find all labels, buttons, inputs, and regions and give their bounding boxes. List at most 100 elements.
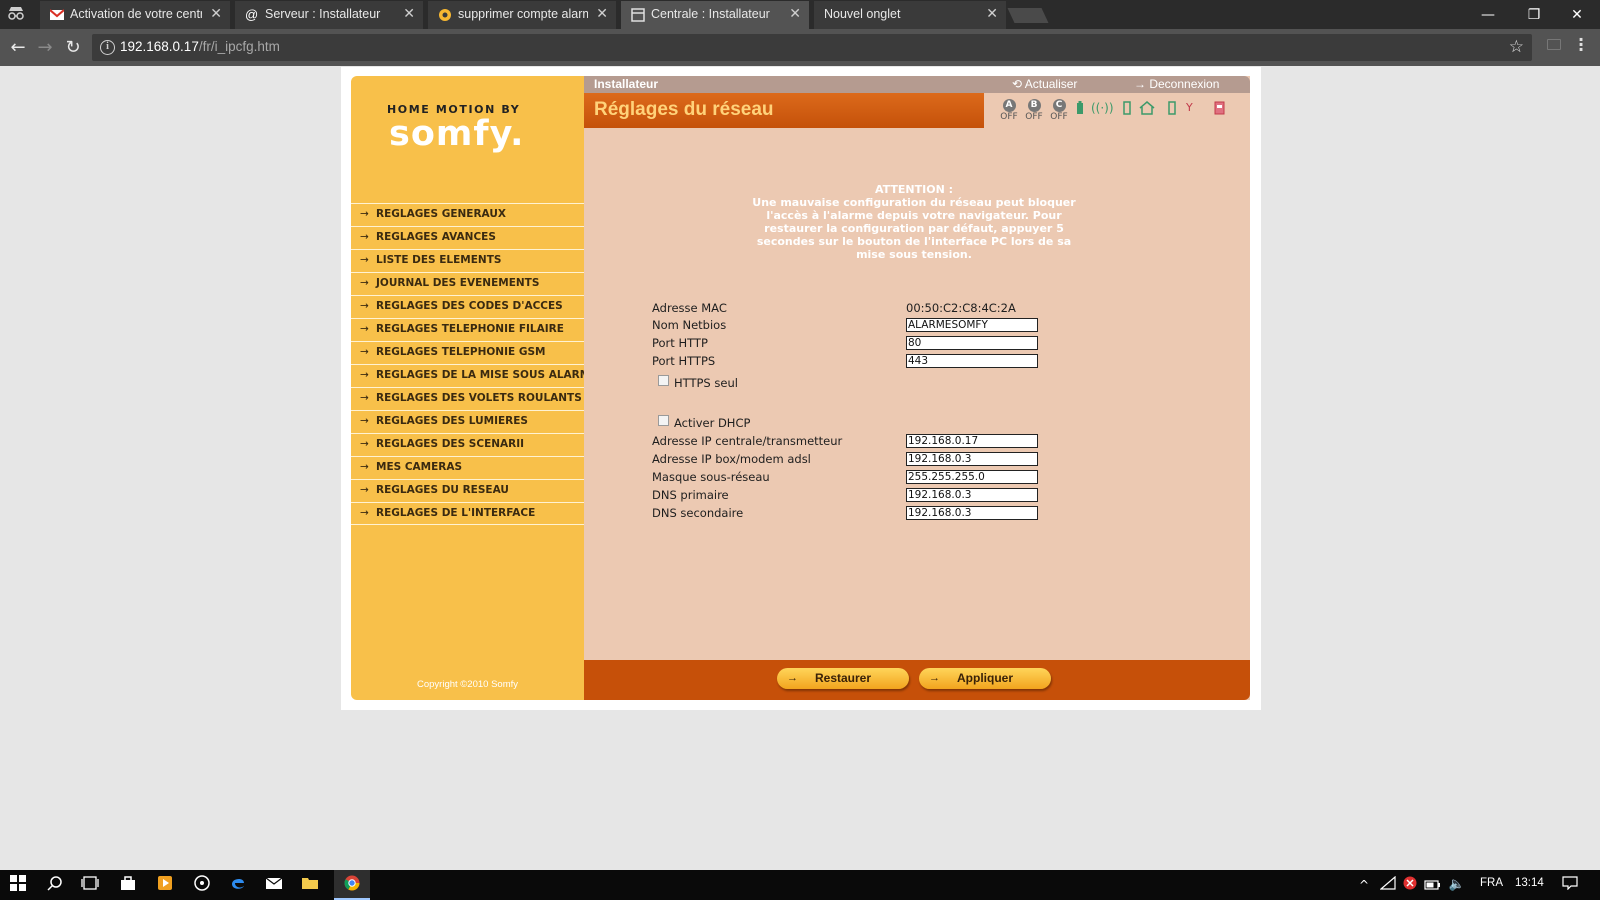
zone-c-status: C OFF xyxy=(1050,99,1068,122)
netbios-label: Nom Netbios xyxy=(652,318,727,332)
footer-bar: → Restaurer → Appliquer xyxy=(584,660,1250,700)
sidebar-item-lumieres[interactable]: → REGLAGES DES LUMIERES xyxy=(351,410,584,433)
forward-arrow-icon[interactable]: → xyxy=(33,36,57,60)
https-port-input[interactable] xyxy=(906,354,1038,368)
chrome-icon[interactable] xyxy=(342,875,362,895)
media-player-icon[interactable] xyxy=(155,875,175,895)
sidebar-item-reseau[interactable]: → REGLAGES DU RESEAU xyxy=(351,479,584,502)
chevron-up-icon[interactable]: ^ xyxy=(1354,875,1374,895)
minimize-window-button[interactable]: — xyxy=(1465,3,1511,27)
apply-button[interactable]: → Appliquer xyxy=(919,668,1051,689)
new-tab-button[interactable] xyxy=(1007,8,1049,23)
dns-secondary-input[interactable] xyxy=(906,506,1038,520)
refresh-link[interactable]: ⟲ Actualiser xyxy=(1012,77,1077,91)
browser-menu-icon[interactable]: · · · xyxy=(1577,32,1585,58)
sidebar-item-scenarii[interactable]: → REGLAGES DES SCENARII xyxy=(351,433,584,456)
reload-icon[interactable]: ↻ xyxy=(61,36,85,60)
security-alert-icon[interactable] xyxy=(1400,875,1420,895)
dns-primary-input[interactable] xyxy=(906,488,1038,502)
windows-start-icon[interactable] xyxy=(8,875,28,895)
gateway-input[interactable] xyxy=(906,452,1038,466)
restore-window-button[interactable]: ❐ xyxy=(1511,3,1557,27)
warning-title: ATTENTION : xyxy=(874,183,954,196)
address-bar[interactable]: i 192.168.0.17/fr/i_ipcfg.htm ☆ xyxy=(92,34,1532,61)
close-tab-icon[interactable]: ✕ xyxy=(403,5,415,22)
netbios-input[interactable] xyxy=(906,318,1038,332)
groove-icon[interactable] xyxy=(192,875,212,895)
wifi-icon[interactable] xyxy=(1378,875,1398,895)
arrow-right-icon: → xyxy=(1134,77,1150,91)
status-icons: A OFF B OFF C OFF ((·)) Y xyxy=(984,93,1250,128)
sidebar-item-cameras[interactable]: → MES CAMERAS xyxy=(351,456,584,479)
arrow-right-icon: → xyxy=(360,438,369,450)
tab-serveur[interactable]: @ Serveur : Installateur ✕ xyxy=(235,1,423,29)
logout-link[interactable]: → Deconnexion xyxy=(1134,77,1219,91)
bookmark-star-icon[interactable]: ☆ xyxy=(1509,37,1524,57)
sidebar: HOME MOTION BY somfy. → REGLAGES GENERAUX… xyxy=(351,76,597,700)
info-icon[interactable]: i xyxy=(100,40,115,55)
dhcp-checkbox[interactable] xyxy=(658,415,669,426)
windows-taskbar: ^ 🔈 FRA 13:14 xyxy=(0,870,1600,900)
close-tab-icon[interactable]: ✕ xyxy=(986,5,998,22)
dns-secondary-label: DNS secondaire xyxy=(652,506,744,520)
sidebar-item-reglages-avances[interactable]: → REGLAGES AVANCES xyxy=(351,226,584,249)
battery-icon xyxy=(1076,101,1084,119)
volume-icon[interactable]: 🔈 xyxy=(1447,875,1467,895)
sidebar-item-volets-roulants[interactable]: → REGLAGES DES VOLETS ROULANTS xyxy=(351,387,584,410)
search-icon[interactable] xyxy=(45,875,65,895)
circle-icon xyxy=(438,8,452,22)
close-tab-icon[interactable]: ✕ xyxy=(210,5,222,22)
sidebar-item-interface[interactable]: → REGLAGES DE L'INTERFACE xyxy=(351,502,584,525)
https-only-checkbox[interactable] xyxy=(658,375,669,386)
sidebar-item-liste-elements[interactable]: → LISTE DES ELEMENTS xyxy=(351,249,584,272)
battery-plug-icon[interactable] xyxy=(1422,875,1442,895)
arrow-right-icon: → xyxy=(360,346,369,358)
top-bar: Installateur ⟲ Actualiser → Deconnexion xyxy=(584,76,1250,93)
language-indicator[interactable]: FRA xyxy=(1480,877,1503,889)
page-title: Réglages du réseau xyxy=(594,99,774,120)
ip-input[interactable] xyxy=(906,434,1038,448)
mail-icon[interactable] xyxy=(264,875,284,895)
tab-supprimer[interactable]: supprimer compte alarm ✕ xyxy=(428,1,616,29)
edge-icon[interactable] xyxy=(228,875,248,895)
file-explorer-icon[interactable] xyxy=(300,875,320,895)
dhcp-label: Activer DHCP xyxy=(674,416,751,430)
sidebar-item-reglages-generaux[interactable]: → REGLAGES GENERAUX xyxy=(351,203,584,226)
arrow-right-icon: → xyxy=(360,484,369,496)
card-icon xyxy=(1214,101,1225,119)
role-label: Installateur xyxy=(594,77,659,91)
arrow-right-icon: → xyxy=(360,392,369,404)
arrow-right-icon: → xyxy=(360,300,369,312)
close-window-button[interactable]: ✕ xyxy=(1554,3,1600,27)
restore-button[interactable]: → Restaurer xyxy=(777,668,909,689)
cast-icon[interactable] xyxy=(1547,39,1561,50)
https-only-label: HTTPS seul xyxy=(674,376,738,390)
http-port-label: Port HTTP xyxy=(652,336,708,350)
store-icon[interactable] xyxy=(118,875,138,895)
sidebar-item-telephonie-filaire[interactable]: → REGLAGES TELEPHONIE FILAIRE xyxy=(351,318,584,341)
tab-title: Activation de votre centr xyxy=(70,7,202,21)
tab-centrale[interactable]: Centrale : Installateur ✕ xyxy=(621,1,809,29)
close-tab-icon[interactable]: ✕ xyxy=(789,5,801,22)
gsm-icon xyxy=(1168,101,1176,119)
clock[interactable]: 13:14 xyxy=(1515,877,1544,889)
notifications-icon[interactable] xyxy=(1560,875,1580,895)
sidebar-item-codes-acces[interactable]: → REGLAGES DES CODES D'ACCES xyxy=(351,295,584,318)
title-bar: Réglages du réseau xyxy=(584,93,984,128)
antenna-icon: Y xyxy=(1186,101,1193,114)
sidebar-item-telephonie-gsm[interactable]: → REGLAGES TELEPHONIE GSM xyxy=(351,341,584,364)
back-arrow-icon[interactable]: ← xyxy=(6,36,30,60)
radio-signal-icon: ((·)) xyxy=(1091,101,1114,115)
sidebar-item-journal-evenements[interactable]: → JOURNAL DES EVENEMENTS xyxy=(351,272,584,295)
tab-nouvel-onglet[interactable]: Nouvel onglet ✕ xyxy=(814,1,1006,29)
tab-activation[interactable]: Activation de votre centr ✕ xyxy=(40,1,230,29)
subnet-mask-input[interactable] xyxy=(906,470,1038,484)
http-port-input[interactable] xyxy=(906,336,1038,350)
sidebar-item-mise-sous-alarme[interactable]: → REGLAGES DE LA MISE SOUS ALARME xyxy=(351,364,597,387)
tab-title: Nouvel onglet xyxy=(824,7,901,21)
arrow-right-icon: → xyxy=(360,208,369,220)
copyright-text: Copyright ©2010 Somfy xyxy=(417,679,518,690)
warning-body: Une mauvaise configuration du réseau peu… xyxy=(752,196,1076,261)
task-view-icon[interactable] xyxy=(80,875,100,895)
close-tab-icon[interactable]: ✕ xyxy=(596,5,608,22)
